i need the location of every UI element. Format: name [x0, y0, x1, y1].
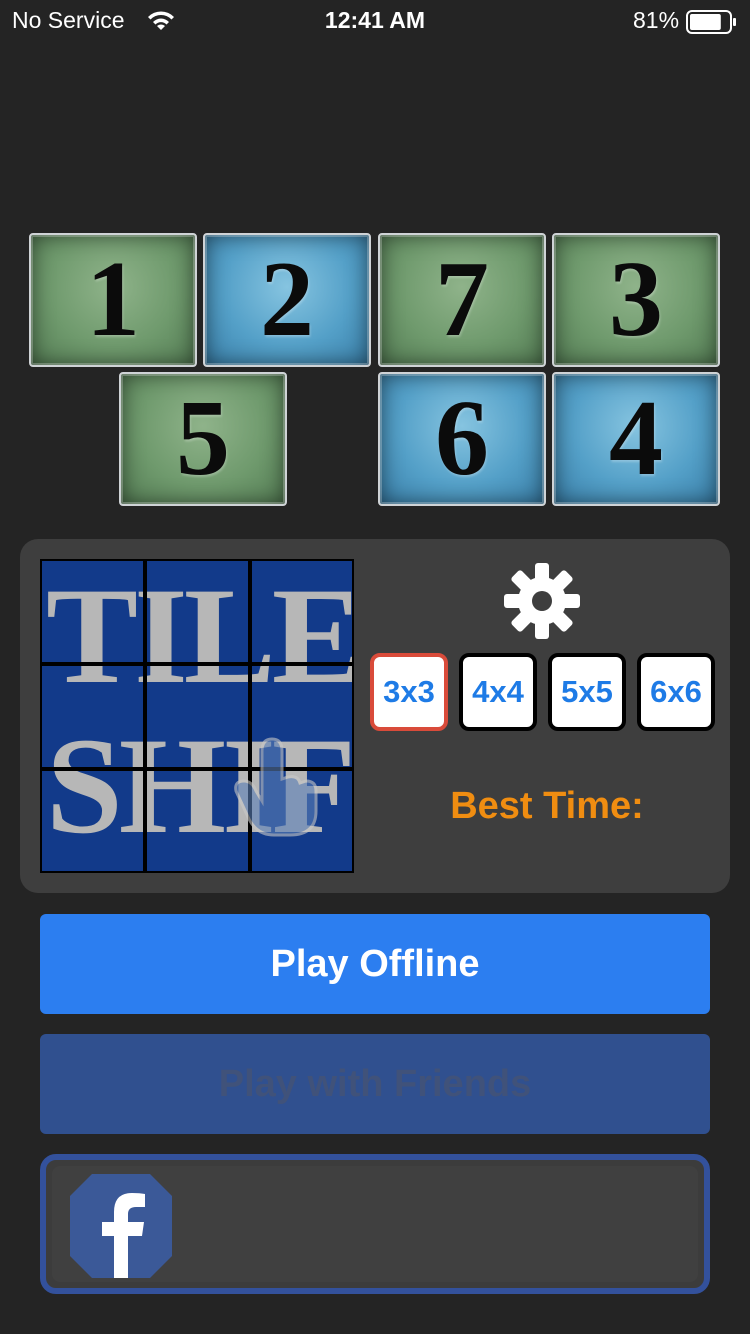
logo-word-tile: TILE — [46, 559, 354, 712]
battery-percent: 81% — [633, 7, 680, 33]
tile[interactable]: 6 — [378, 372, 546, 506]
tile-number: 4 — [609, 379, 663, 498]
grid-line — [143, 561, 147, 871]
facebook-icon — [70, 1174, 172, 1283]
tile[interactable]: 4 — [552, 372, 720, 506]
hand-pointer-icon — [228, 731, 328, 846]
best-time-label: Best Time: — [450, 785, 644, 827]
size-5x5-button[interactable]: 5x5 — [548, 653, 626, 731]
tile[interactable]: 5 — [119, 372, 287, 506]
size-3x3-button[interactable]: 3x3 — [370, 653, 448, 731]
status-bar: No Service 12:41 AM 81% — [0, 0, 750, 42]
tile-number: 5 — [176, 379, 230, 498]
tile-number: 3 — [609, 240, 663, 359]
gear-icon[interactable] — [502, 561, 582, 646]
tile-number: 7 — [435, 240, 489, 359]
tile-number: 6 — [435, 379, 489, 498]
tile[interactable]: 7 — [378, 233, 546, 367]
puzzle-preview[interactable]: TILE SHIFT — [40, 559, 354, 873]
settings-panel: TILE SHIFT 3x3 4 — [20, 539, 730, 893]
grid-line — [42, 662, 352, 666]
size-6x6-button[interactable]: 6x6 — [637, 653, 715, 731]
tile-number: 1 — [86, 240, 140, 359]
tile[interactable]: 1 — [29, 233, 197, 367]
play-offline-button[interactable]: Play Offline — [40, 914, 710, 1014]
tile-number: 2 — [260, 240, 314, 359]
battery-icon — [686, 10, 738, 39]
facebook-login-button[interactable] — [40, 1154, 710, 1294]
tile[interactable]: 3 — [552, 233, 720, 367]
size-4x4-button[interactable]: 4x4 — [459, 653, 537, 731]
tile[interactable]: 2 — [203, 233, 371, 367]
play-with-friends-button[interactable]: Play with Friends — [40, 1034, 710, 1134]
